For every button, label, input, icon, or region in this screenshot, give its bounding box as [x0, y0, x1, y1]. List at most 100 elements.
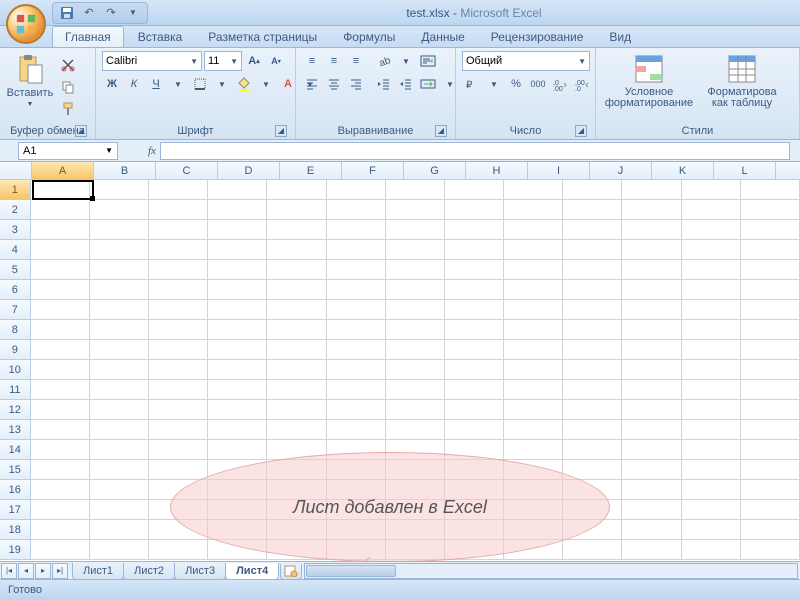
row-header-19[interactable]: 19 [0, 540, 31, 560]
copy-icon[interactable] [58, 77, 78, 97]
alignment-launcher[interactable]: ◢ [435, 125, 447, 137]
tab-home[interactable]: Главная [52, 26, 124, 47]
horizontal-scrollbar[interactable] [304, 563, 798, 579]
bold-button[interactable]: Ж [102, 74, 122, 94]
col-header-D[interactable]: D [218, 162, 280, 179]
cell[interactable] [386, 280, 445, 300]
cell[interactable] [682, 440, 741, 460]
cell[interactable] [741, 520, 800, 540]
cell[interactable] [741, 200, 800, 220]
col-header-G[interactable]: G [404, 162, 466, 179]
cell[interactable] [31, 440, 90, 460]
font-name-combo[interactable]: Calibri▼ [102, 51, 202, 71]
cell[interactable] [31, 180, 90, 200]
cell[interactable] [445, 420, 504, 440]
cell[interactable] [208, 400, 267, 420]
cell[interactable] [267, 380, 326, 400]
cell[interactable] [31, 400, 90, 420]
row-header-17[interactable]: 17 [0, 500, 31, 520]
font-color-button[interactable]: A [278, 74, 298, 94]
cell[interactable] [31, 300, 90, 320]
row-header-5[interactable]: 5 [0, 260, 31, 280]
sheet-tab-4[interactable]: Лист4 [225, 563, 279, 580]
cell[interactable] [622, 400, 681, 420]
italic-button[interactable]: К [124, 74, 144, 94]
cell[interactable] [327, 380, 386, 400]
align-right-icon[interactable] [346, 74, 366, 94]
cell[interactable] [741, 440, 800, 460]
cell[interactable] [504, 400, 563, 420]
cell[interactable] [741, 380, 800, 400]
row-header-8[interactable]: 8 [0, 320, 31, 340]
cell[interactable] [622, 280, 681, 300]
cell[interactable] [327, 360, 386, 380]
font-size-combo[interactable]: 11▼ [204, 51, 242, 71]
col-header-K[interactable]: K [652, 162, 714, 179]
cell[interactable] [682, 180, 741, 200]
row-header-18[interactable]: 18 [0, 520, 31, 540]
cell[interactable] [741, 540, 800, 560]
cell[interactable] [149, 260, 208, 280]
cell[interactable] [563, 240, 622, 260]
cell[interactable] [563, 220, 622, 240]
cell[interactable] [208, 200, 267, 220]
row-header-2[interactable]: 2 [0, 200, 31, 220]
cell[interactable] [445, 360, 504, 380]
cell[interactable] [386, 320, 445, 340]
cell[interactable] [504, 260, 563, 280]
cell[interactable] [386, 260, 445, 280]
cell[interactable] [504, 440, 563, 460]
cell[interactable] [682, 420, 741, 440]
align-center-icon[interactable] [324, 74, 344, 94]
cell[interactable] [267, 360, 326, 380]
underline-button[interactable]: Ч [146, 74, 166, 94]
cell[interactable] [682, 520, 741, 540]
cell[interactable] [327, 240, 386, 260]
cell[interactable] [149, 220, 208, 240]
cell[interactable] [741, 320, 800, 340]
cell[interactable] [622, 200, 681, 220]
cell[interactable] [741, 280, 800, 300]
cell[interactable] [149, 200, 208, 220]
cell[interactable] [504, 200, 563, 220]
cell[interactable] [741, 220, 800, 240]
cell[interactable] [445, 260, 504, 280]
currency-icon[interactable]: ₽ [462, 74, 482, 94]
cell[interactable] [682, 320, 741, 340]
cell[interactable] [386, 300, 445, 320]
row-header-11[interactable]: 11 [0, 380, 31, 400]
cell[interactable] [208, 380, 267, 400]
cell[interactable] [149, 540, 208, 560]
cell[interactable] [622, 220, 681, 240]
cell[interactable] [504, 220, 563, 240]
sheet-tab-3[interactable]: Лист3 [174, 563, 226, 580]
col-header-C[interactable]: C [156, 162, 218, 179]
cell[interactable] [504, 180, 563, 200]
cell[interactable] [267, 180, 326, 200]
fill-color-button[interactable] [234, 74, 254, 94]
cell[interactable] [741, 500, 800, 520]
clipboard-launcher[interactable]: ◢ [75, 125, 87, 137]
cell[interactable] [563, 540, 622, 560]
cell[interactable] [445, 300, 504, 320]
merge-cells-icon[interactable] [418, 74, 438, 94]
comma-icon[interactable]: 000 [528, 74, 548, 94]
currency-dropdown[interactable]: ▼ [484, 74, 504, 94]
row-header-10[interactable]: 10 [0, 360, 31, 380]
cell[interactable] [741, 400, 800, 420]
cell[interactable] [149, 360, 208, 380]
cell[interactable] [208, 180, 267, 200]
increase-decimal-icon[interactable]: ,0,00 [550, 74, 570, 94]
cell[interactable] [682, 200, 741, 220]
cell[interactable] [267, 280, 326, 300]
cell[interactable] [327, 300, 386, 320]
cell[interactable] [682, 360, 741, 380]
cell[interactable] [31, 320, 90, 340]
col-header-B[interactable]: B [94, 162, 156, 179]
cell[interactable] [386, 220, 445, 240]
cell[interactable] [682, 480, 741, 500]
cell[interactable] [622, 480, 681, 500]
cell[interactable] [149, 240, 208, 260]
cell[interactable] [149, 420, 208, 440]
cell[interactable] [267, 260, 326, 280]
